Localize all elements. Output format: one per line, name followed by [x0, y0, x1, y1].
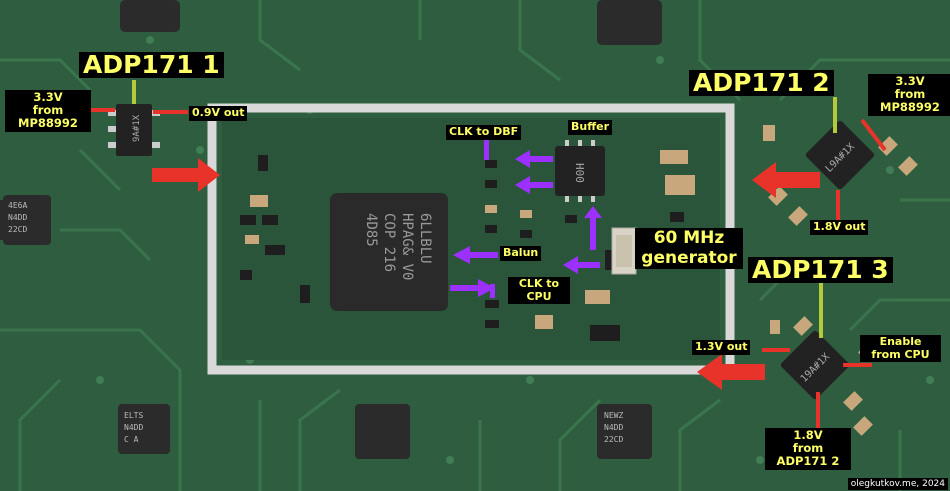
pcb-photo: 4E6A N4DD 22CD ELTS N4DD C A NEWZ N4DD 2…: [0, 0, 950, 491]
svg-text:HPAG& V0: HPAG& V0: [399, 213, 415, 280]
chip-corner-tl: 4E6A N4DD 22CD: [3, 195, 51, 245]
label-clk-to-cpu: CLK to CPU: [508, 277, 570, 305]
adp171-3-chip: 19A#1X: [780, 330, 850, 400]
label-enable-from-cpu: Enable from CPU: [860, 335, 941, 363]
label-3v3-right: 3.3V from MP88992: [868, 74, 950, 116]
svg-text:NEWZ: NEWZ: [604, 411, 623, 420]
svg-text:4D85: 4D85: [363, 213, 379, 247]
svg-text:4E6A: 4E6A: [8, 201, 27, 210]
label-adp171-2: ADP171 2: [689, 69, 834, 97]
svg-text:22CD: 22CD: [8, 225, 27, 234]
label-balun: Balun: [500, 246, 542, 261]
svg-text:COP 216: COP 216: [381, 213, 397, 272]
label-buffer: Buffer: [568, 120, 613, 135]
label-adp171-1: ADP171 1: [79, 51, 224, 79]
label-0v9-out: 0.9V out: [189, 106, 248, 121]
cpu-chip: 6LLBLU HPAG& V0 COP 216 4D85: [330, 193, 448, 311]
svg-text:N4DD: N4DD: [8, 213, 27, 222]
svg-text:22CD: 22CD: [604, 435, 623, 444]
chip-corner-br: NEWZ N4DD 22CD: [597, 404, 652, 459]
label-60mhz-generator: 60 MHz generator: [635, 228, 743, 270]
buffer-chip: H00: [555, 140, 605, 202]
label-1v8-from-adp171-2: 1.8V from ADP171 2: [765, 428, 851, 470]
label-3v3-left: 3.3V from MP88992: [5, 90, 91, 132]
svg-text:N4DD: N4DD: [124, 423, 143, 432]
arrow-into-shield-right-top: [752, 162, 820, 198]
chip-bottom-center: [355, 404, 410, 459]
adp171-1-chip: 9A#1X: [108, 104, 160, 156]
svg-text:N4DD: N4DD: [604, 423, 623, 432]
svg-text:C A: C A: [124, 435, 139, 444]
label-clk-to-dbf: CLK to DBF: [446, 125, 522, 140]
svg-text:H00: H00: [573, 163, 586, 183]
svg-text:9A#1X: 9A#1X: [132, 114, 142, 142]
oscillator-60mhz: [611, 227, 637, 275]
top-chip-right: [597, 0, 662, 45]
chip-corner-bl: ELTS N4DD C A: [118, 404, 170, 454]
svg-text:ELTS: ELTS: [124, 411, 143, 420]
svg-text:6LLBLU: 6LLBLU: [417, 213, 433, 264]
label-1v8-out: 1.8V out: [810, 220, 869, 235]
label-1v3-out: 1.3V out: [692, 340, 751, 355]
top-chip-left: [120, 0, 180, 32]
watermark: olegkutkov.me, 2024: [847, 478, 948, 490]
label-adp171-3: ADP171 3: [748, 256, 893, 284]
